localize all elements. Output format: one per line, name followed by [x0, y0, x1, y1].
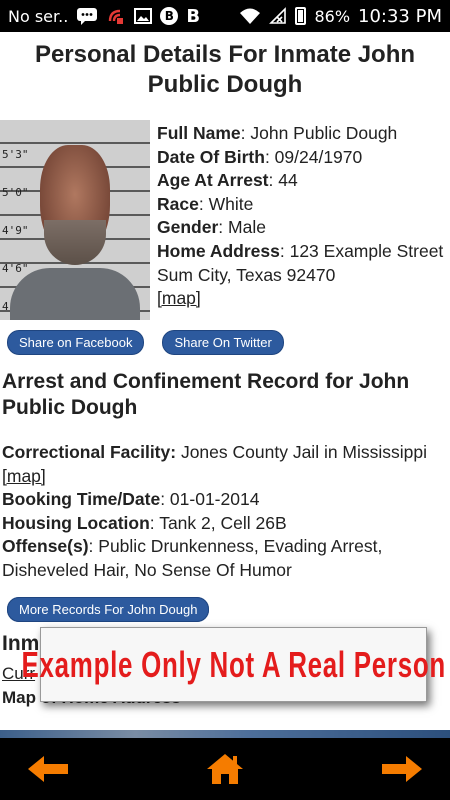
wifi-icon — [239, 7, 261, 25]
facility-label: Correctional Facility: — [2, 442, 177, 462]
chat-icon — [76, 7, 98, 25]
gender-label: Gender — [157, 217, 219, 238]
housing-value: Tank 2, Cell 26B — [159, 512, 287, 533]
page-title: Personal Details For Inmate John Public … — [34, 41, 416, 98]
age-value: 44 — [278, 170, 298, 191]
race-label: Race — [157, 193, 199, 214]
image-icon — [134, 8, 153, 24]
age-row: Age At Arrest: 44 — [157, 170, 298, 191]
ruler-mark: 4'6" — [2, 262, 29, 275]
booking-value: 01-01-2014 — [169, 489, 260, 510]
facility-value: Jones County Jail in Mississippi — [180, 442, 428, 462]
mugshot-shirt — [10, 268, 140, 320]
booking-label: Booking Time/Date — [2, 489, 161, 510]
race-row: Race: White — [157, 193, 254, 214]
ruler-mark: 4'9" — [2, 224, 29, 237]
arrow-left-icon[interactable] — [24, 749, 72, 789]
facility-row: Correctional Facility: Jones County Jail… — [2, 441, 444, 488]
housing-label: Housing Location — [2, 512, 150, 533]
home-icon[interactable] — [201, 749, 249, 789]
battery-icon — [295, 7, 307, 25]
offense-label: Offense(s) — [2, 536, 89, 557]
mugshot-photo: 5'3" 5'0" 4'9" 4'6" 4'3" — [0, 120, 150, 320]
address-row: Home Address: 123 Example Street Sum Cit… — [157, 240, 444, 285]
facility-map-link[interactable]: [map] — [2, 466, 46, 486]
full-name-row: Full Name: John Public Dough — [157, 123, 398, 143]
battery-percent: 86% — [314, 6, 351, 26]
offense-row: Offense(s): Public Drunkenness, Evading … — [2, 536, 383, 580]
address-label: Home Address — [157, 240, 280, 261]
home-map-link[interactable]: [map] — [157, 288, 201, 308]
booking-row: Booking Time/Date: 01-01-2014 — [2, 489, 260, 510]
ruler-mark: 5'3" — [2, 148, 29, 161]
clock: 10:33 PM — [358, 5, 442, 27]
bottom-navigation — [0, 738, 450, 800]
status-bar: No ser.. B B 86% 10:33 PM — [0, 0, 450, 32]
ruler-mark: 5'0" — [2, 186, 29, 199]
housing-row: Housing Location: Tank 2, Cell 26B — [2, 512, 287, 533]
signal-icon — [106, 7, 126, 25]
banner-text: Example Only Not A Real Person — [21, 643, 446, 685]
gender-row: Gender: Male — [157, 217, 266, 238]
arrow-right-icon[interactable] — [378, 749, 426, 789]
home-address-map[interactable] — [0, 730, 450, 738]
race-value: White — [208, 193, 254, 214]
share-facebook-button[interactable]: Share on Facebook — [7, 330, 145, 355]
record-heading: Arrest and Confinement Record for John P… — [2, 370, 410, 419]
age-label: Age At Arrest — [157, 170, 269, 191]
person-details: 5'3" 5'0" 4'9" 4'6" 4'3" Full Name: John… — [0, 120, 450, 320]
dob-row: Date Of Birth: 09/24/1970 — [157, 146, 363, 167]
example-disclaimer-banner: Example Only Not A Real Person — [21, 627, 445, 702]
arrest-record: Correctional Facility: Jones County Jail… — [0, 421, 450, 583]
more-records-button[interactable]: More Records For John Dough — [7, 596, 210, 622]
gender-value: Male — [228, 217, 266, 238]
full-name-value: John Public Dough — [250, 123, 398, 143]
no-signal-icon — [269, 7, 287, 25]
full-name-label: Full Name — [157, 123, 241, 143]
mugshot-beard — [44, 220, 106, 265]
b-icon: B — [186, 5, 201, 27]
b-circle-icon: B — [160, 7, 179, 25]
share-buttons: Share on Facebook Share On Twitter — [0, 320, 450, 355]
share-twitter-button[interactable]: Share On Twitter — [162, 330, 284, 355]
personal-facts: Full Name: John Public Dough Date Of Bir… — [150, 120, 450, 320]
carrier-text: No ser.. — [8, 6, 69, 26]
dob-value: 09/24/1970 — [274, 146, 363, 167]
dob-label: Date Of Birth — [157, 146, 265, 167]
